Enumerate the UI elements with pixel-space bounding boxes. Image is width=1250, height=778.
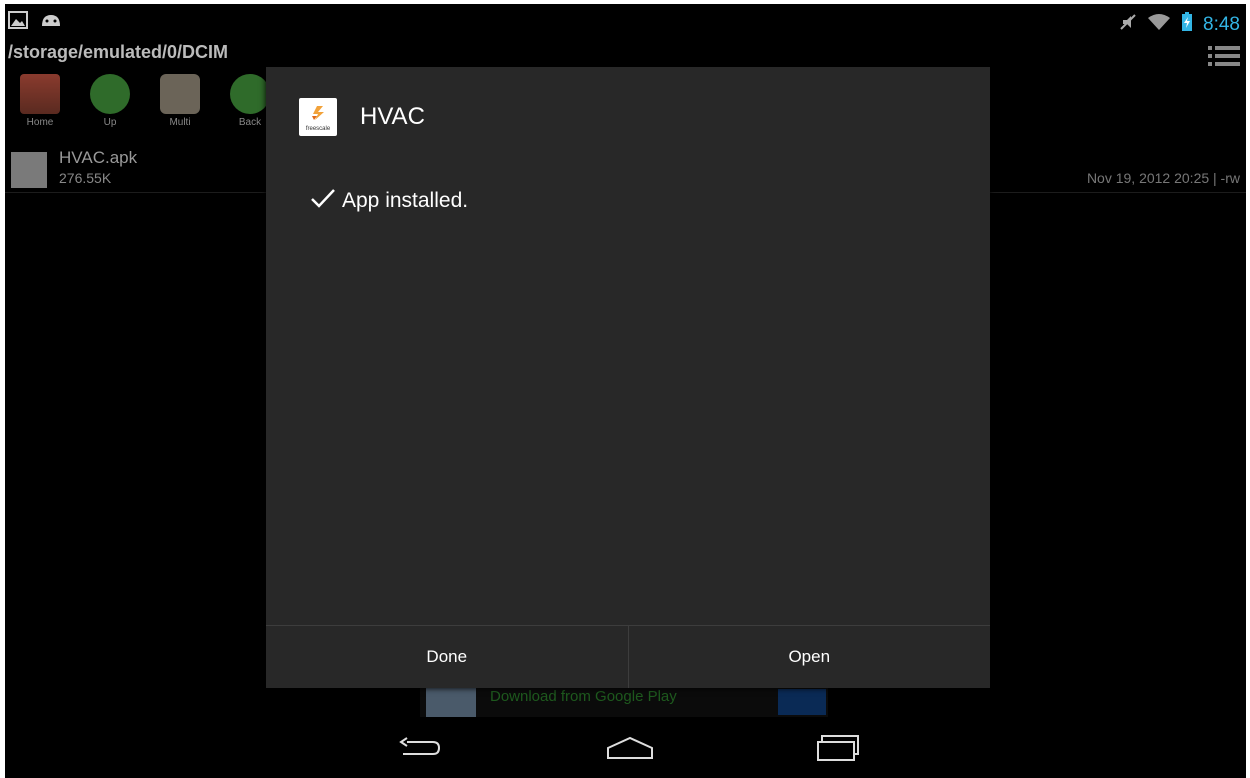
install-status: App installed. <box>310 187 468 215</box>
install-dialog: freescale HVAC App installed. Done Open <box>266 67 990 688</box>
ad-banner[interactable]: Download from Google Play <box>420 683 828 717</box>
overflow-menu-icon[interactable] <box>1208 44 1240 73</box>
done-button[interactable]: Done <box>266 626 628 688</box>
status-message: App installed. <box>342 189 469 212</box>
navigation-bar <box>5 722 1246 778</box>
up-button[interactable]: Up <box>85 74 135 128</box>
ad-text: Download from Google Play <box>490 688 677 705</box>
nav-back-button[interactable] <box>389 732 449 768</box>
up-arrow-icon <box>90 74 130 114</box>
screen-edge <box>1246 0 1250 778</box>
file-meta: Nov 19, 2012 20:25 | -rw <box>1086 170 1240 186</box>
apk-file-icon <box>11 152 47 188</box>
svg-text:freescale: freescale <box>306 126 331 132</box>
nav-recents-button[interactable] <box>809 732 869 768</box>
home-icon <box>20 74 60 114</box>
recents-icon <box>816 734 862 767</box>
gallery-icon <box>8 11 28 34</box>
ad-download-icon <box>778 689 826 715</box>
status-bar: 8:48 <box>5 4 1246 42</box>
freescale-app-icon: freescale <box>299 98 337 136</box>
battery-charging-icon <box>1181 12 1193 37</box>
dialog-header: freescale HVAC <box>266 67 990 171</box>
nav-home-button[interactable] <box>600 732 660 768</box>
back-icon <box>397 736 441 765</box>
mute-icon <box>1119 13 1137 36</box>
multi-button[interactable]: Multi <box>155 74 205 128</box>
multi-select-icon <box>160 74 200 114</box>
dialog-title: HVAC <box>360 103 425 130</box>
dialog-buttons: Done Open <box>266 625 990 688</box>
ad-game-icon <box>426 685 476 717</box>
home-button[interactable]: Home <box>15 74 65 128</box>
home-icon <box>605 736 655 765</box>
clock: 8:48 <box>1203 13 1240 35</box>
file-size: 276.55K <box>59 170 112 186</box>
android-icon <box>40 12 62 33</box>
back-arrow-icon <box>230 74 270 114</box>
toolbar: Home Up Multi Back <box>15 74 275 128</box>
current-path: /storage/emulated/0/DCIM <box>8 42 229 62</box>
file-name: HVAC.apk <box>59 148 138 167</box>
wifi-icon <box>1147 13 1171 36</box>
checkmark-icon <box>310 187 336 215</box>
open-button[interactable]: Open <box>627 626 991 688</box>
